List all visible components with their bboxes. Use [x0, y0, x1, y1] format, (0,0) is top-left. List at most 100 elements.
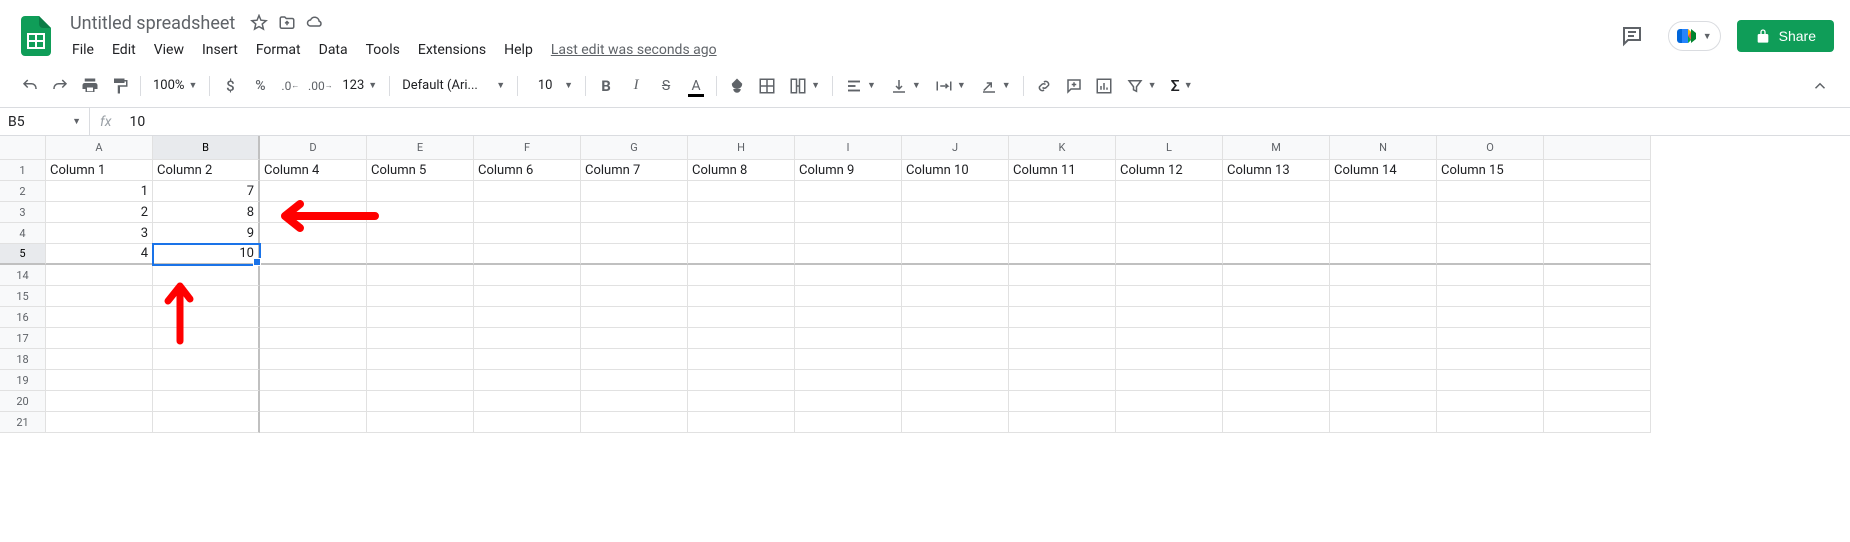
- cell-16[interactable]: [1544, 307, 1651, 328]
- cell-L2[interactable]: [1116, 181, 1223, 202]
- cell-B3[interactable]: 8: [153, 202, 260, 223]
- menu-insert[interactable]: Insert: [194, 38, 246, 62]
- cell-F20[interactable]: [474, 391, 581, 412]
- cell-N19[interactable]: [1330, 370, 1437, 391]
- cell-M16[interactable]: [1223, 307, 1330, 328]
- cell-I1[interactable]: Column 9: [795, 160, 902, 181]
- paint-format-button[interactable]: [106, 72, 134, 100]
- last-edit-link[interactable]: Last edit was seconds ago: [551, 42, 717, 58]
- cell-L18[interactable]: [1116, 349, 1223, 370]
- cell-I3[interactable]: [795, 202, 902, 223]
- cell-F3[interactable]: [474, 202, 581, 223]
- cell-D3[interactable]: [260, 202, 367, 223]
- cell-A5[interactable]: 4: [46, 244, 153, 265]
- row-header-20[interactable]: 20: [0, 391, 46, 412]
- cell-K21[interactable]: [1009, 412, 1116, 433]
- cell-E20[interactable]: [367, 391, 474, 412]
- italic-button[interactable]: I: [622, 72, 650, 100]
- cell-M20[interactable]: [1223, 391, 1330, 412]
- menu-edit[interactable]: Edit: [104, 38, 144, 62]
- row-header-18[interactable]: 18: [0, 349, 46, 370]
- cell-B19[interactable]: [153, 370, 260, 391]
- cell-B20[interactable]: [153, 391, 260, 412]
- cell-N4[interactable]: [1330, 223, 1437, 244]
- row-header-4[interactable]: 4: [0, 223, 46, 244]
- cell-A3[interactable]: 2: [46, 202, 153, 223]
- more-formats-select[interactable]: 123▼: [336, 76, 383, 95]
- cell-I17[interactable]: [795, 328, 902, 349]
- cell-I18[interactable]: [795, 349, 902, 370]
- cell-J1[interactable]: Column 10: [902, 160, 1009, 181]
- cell-M19[interactable]: [1223, 370, 1330, 391]
- cell-M18[interactable]: [1223, 349, 1330, 370]
- cloud-icon[interactable]: [305, 13, 325, 33]
- cell-A20[interactable]: [46, 391, 153, 412]
- cell-H3[interactable]: [688, 202, 795, 223]
- col-header-D[interactable]: D: [260, 136, 367, 160]
- cell-K16[interactable]: [1009, 307, 1116, 328]
- cell-K5[interactable]: [1009, 244, 1116, 265]
- col-header-F[interactable]: F: [474, 136, 581, 160]
- cell-G2[interactable]: [581, 181, 688, 202]
- cell-M17[interactable]: [1223, 328, 1330, 349]
- star-icon[interactable]: [249, 13, 269, 33]
- filter-button[interactable]: ▼: [1120, 75, 1163, 97]
- cell-J16[interactable]: [902, 307, 1009, 328]
- cell-2[interactable]: [1544, 181, 1651, 202]
- menu-data[interactable]: Data: [311, 38, 356, 62]
- cell-J21[interactable]: [902, 412, 1009, 433]
- cell-F5[interactable]: [474, 244, 581, 265]
- cell-M14[interactable]: [1223, 265, 1330, 286]
- cell-A17[interactable]: [46, 328, 153, 349]
- cell-G16[interactable]: [581, 307, 688, 328]
- cell-F1[interactable]: Column 6: [474, 160, 581, 181]
- cell-H2[interactable]: [688, 181, 795, 202]
- cell-M21[interactable]: [1223, 412, 1330, 433]
- cell-M1[interactable]: Column 13: [1223, 160, 1330, 181]
- cell-N2[interactable]: [1330, 181, 1437, 202]
- cell-G4[interactable]: [581, 223, 688, 244]
- cell-M3[interactable]: [1223, 202, 1330, 223]
- col-header-G[interactable]: G: [581, 136, 688, 160]
- text-wrap-button[interactable]: ▼: [929, 75, 972, 97]
- col-header-I[interactable]: I: [795, 136, 902, 160]
- cell-J19[interactable]: [902, 370, 1009, 391]
- cell-D20[interactable]: [260, 391, 367, 412]
- cell-B4[interactable]: 9: [153, 223, 260, 244]
- cell-O17[interactable]: [1437, 328, 1544, 349]
- cell-A1[interactable]: Column 1: [46, 160, 153, 181]
- cell-E14[interactable]: [367, 265, 474, 286]
- cell-E4[interactable]: [367, 223, 474, 244]
- doc-title[interactable]: Untitled spreadsheet: [64, 11, 241, 36]
- cell-H18[interactable]: [688, 349, 795, 370]
- cell-J14[interactable]: [902, 265, 1009, 286]
- cell-E16[interactable]: [367, 307, 474, 328]
- insert-comment-button[interactable]: [1060, 72, 1088, 100]
- cell-J20[interactable]: [902, 391, 1009, 412]
- font-select[interactable]: Default (Ari...▼: [396, 76, 511, 95]
- cell-B16[interactable]: [153, 307, 260, 328]
- cell-A18[interactable]: [46, 349, 153, 370]
- row-header-1[interactable]: 1: [0, 160, 46, 181]
- col-header-N[interactable]: N: [1330, 136, 1437, 160]
- cell-A16[interactable]: [46, 307, 153, 328]
- cell-E2[interactable]: [367, 181, 474, 202]
- cell-B5[interactable]: 10: [153, 244, 260, 265]
- cell-B17[interactable]: [153, 328, 260, 349]
- cell-G1[interactable]: Column 7: [581, 160, 688, 181]
- cell-L1[interactable]: Column 12: [1116, 160, 1223, 181]
- cell-K18[interactable]: [1009, 349, 1116, 370]
- cell-F16[interactable]: [474, 307, 581, 328]
- meet-button[interactable]: ▼: [1668, 21, 1721, 51]
- cell-I15[interactable]: [795, 286, 902, 307]
- cell-K15[interactable]: [1009, 286, 1116, 307]
- row-header-14[interactable]: 14: [0, 265, 46, 286]
- currency-button[interactable]: $: [216, 72, 244, 100]
- cell-G3[interactable]: [581, 202, 688, 223]
- formula-input[interactable]: 10: [121, 114, 1850, 130]
- cell-O1[interactable]: Column 15: [1437, 160, 1544, 181]
- cell-A19[interactable]: [46, 370, 153, 391]
- row-header-5[interactable]: 5: [0, 244, 46, 265]
- cell-D17[interactable]: [260, 328, 367, 349]
- decrease-decimal-button[interactable]: .0←: [276, 72, 304, 100]
